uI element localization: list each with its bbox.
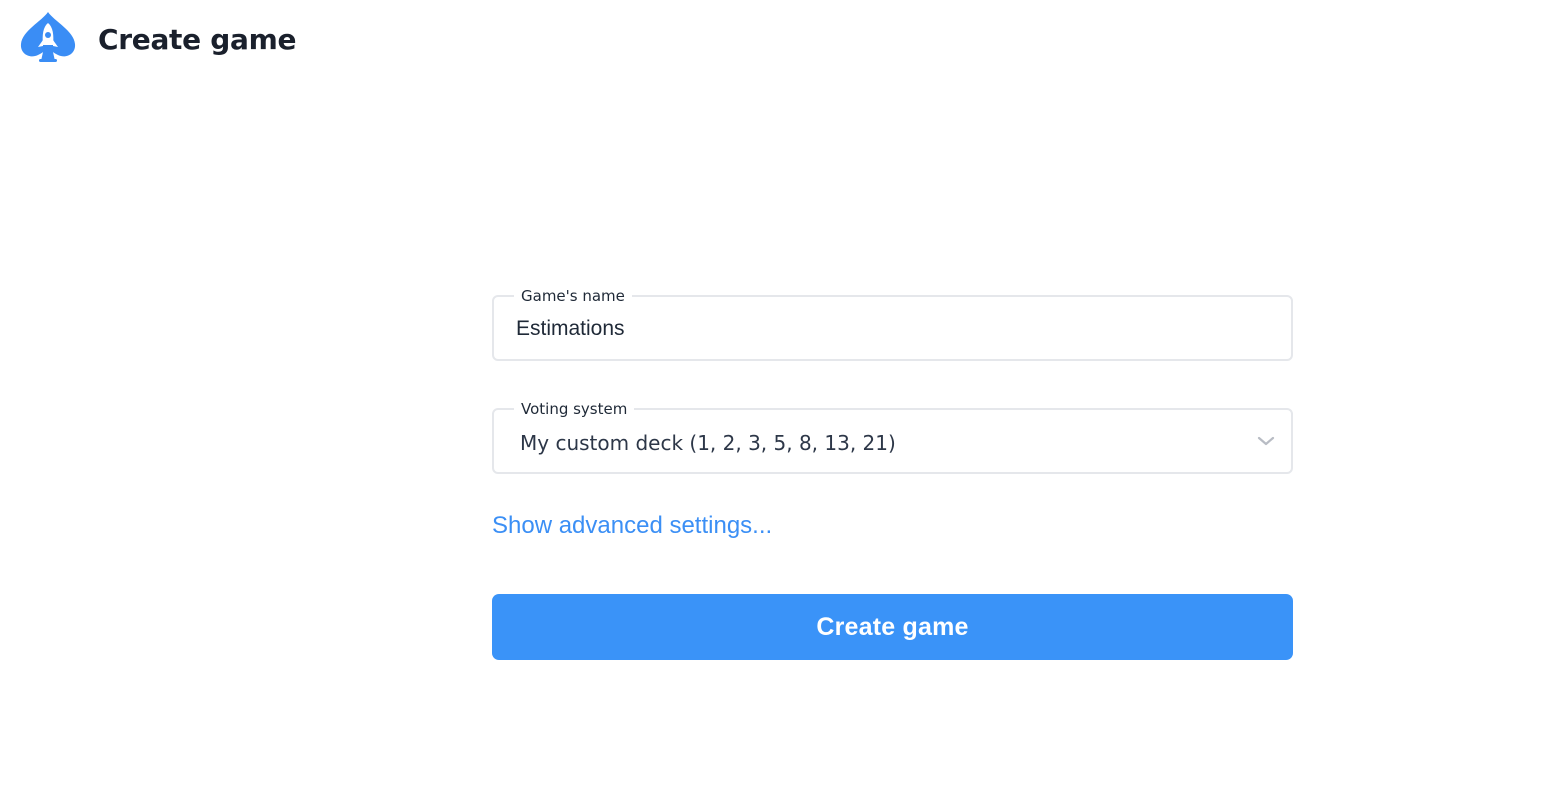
page-title: Create game bbox=[98, 23, 297, 56]
voting-system-label: Voting system bbox=[514, 399, 635, 419]
game-name-input[interactable] bbox=[516, 314, 1256, 344]
show-advanced-settings-link[interactable]: Show advanced settings... bbox=[492, 512, 772, 540]
voting-system-value[interactable]: My custom deck (1, 2, 3, 5, 8, 13, 21) bbox=[520, 429, 896, 457]
game-name-field[interactable]: Game's name bbox=[492, 286, 1293, 361]
app-header: Create game bbox=[0, 0, 1547, 80]
create-game-button[interactable]: Create game bbox=[492, 594, 1293, 660]
create-game-form: Game's name Voting system My custom deck… bbox=[492, 286, 1293, 660]
voting-system-select[interactable]: Voting system My custom deck (1, 2, 3, 5… bbox=[492, 399, 1293, 474]
game-name-label: Game's name bbox=[514, 286, 632, 306]
rocket-spade-icon[interactable] bbox=[20, 11, 76, 65]
chevron-down-icon[interactable] bbox=[1257, 434, 1275, 446]
